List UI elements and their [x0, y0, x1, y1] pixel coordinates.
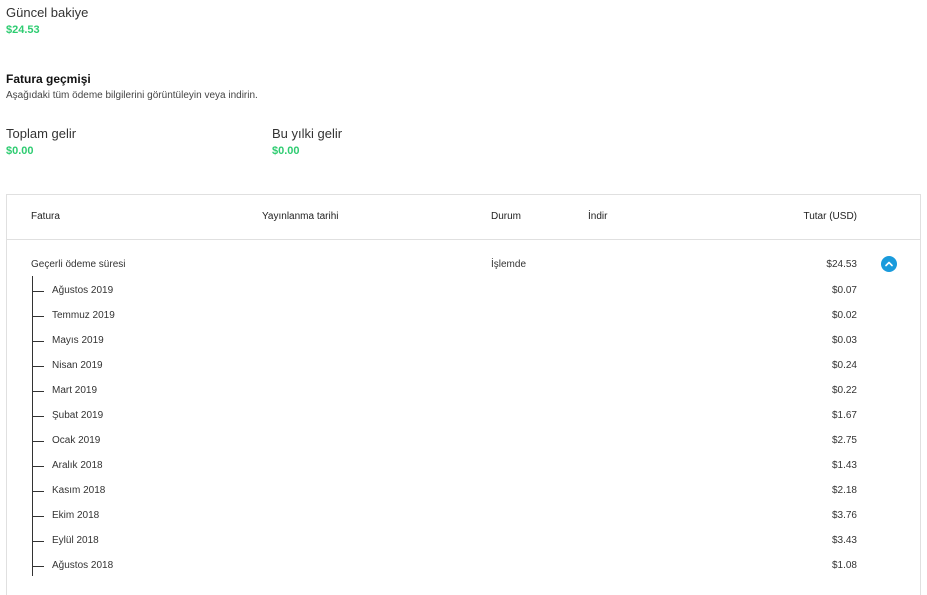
header-amount: Tutar (USD) — [803, 211, 857, 222]
month-label: Temmuz 2019 — [52, 310, 115, 321]
tree-branch — [32, 491, 44, 492]
tree-branch — [32, 441, 44, 442]
tree-branch — [32, 291, 44, 292]
month-amount: $0.03 — [831, 335, 857, 346]
month-label: Aralık 2018 — [52, 460, 103, 471]
tree-branch — [32, 566, 44, 567]
month-amount: $1.67 — [831, 410, 857, 421]
tree-branch — [32, 391, 44, 392]
month-row: Eylül 2018 $3.43 — [7, 534, 920, 559]
header-download: İndir — [588, 211, 608, 222]
month-row: Nisan 2019 $0.24 — [7, 359, 920, 384]
invoice-table-header: Fatura Yayınlanma tarihi Durum İndir Tut… — [7, 195, 920, 240]
invoice-history-title: Fatura geçmişi — [6, 72, 91, 86]
year-income-label: Bu yılki gelir — [272, 126, 343, 141]
month-row: Ekim 2018 $3.76 — [7, 509, 920, 534]
month-amount: $3.76 — [831, 510, 857, 521]
tree-branch — [32, 541, 44, 542]
month-label: Mayıs 2019 — [52, 335, 104, 346]
chevron-up-icon — [885, 261, 893, 267]
month-amount: $2.18 — [831, 485, 857, 496]
tree-branch — [32, 516, 44, 517]
tree-branch — [32, 366, 44, 367]
month-label: Mart 2019 — [52, 385, 98, 396]
month-amount: $0.22 — [831, 385, 857, 396]
month-amount: $3.43 — [831, 535, 857, 546]
month-label: Ocak 2019 — [52, 435, 101, 446]
header-date: Yayınlanma tarihi — [262, 211, 339, 222]
current-period-amount: $24.53 — [826, 259, 857, 270]
tree-branch — [32, 416, 44, 417]
invoice-table: Fatura Yayınlanma tarihi Durum İndir Tut… — [6, 194, 921, 595]
total-income: Toplam gelir $0.00 — [6, 126, 76, 158]
month-row: Mayıs 2019 $0.03 — [7, 334, 920, 359]
month-label: Ekim 2018 — [52, 510, 100, 521]
header-invoice: Fatura — [31, 211, 60, 222]
total-income-value: $0.00 — [6, 145, 34, 157]
invoice-history-header: Fatura geçmişi Aşağıdaki tüm ödeme bilgi… — [6, 71, 258, 103]
month-label: Eylül 2018 — [52, 535, 99, 546]
current-period-status: İşlemde — [491, 259, 527, 270]
month-row: Mart 2019 $0.22 — [7, 384, 920, 409]
month-row: Ağustos 2018 $1.08 — [7, 559, 920, 584]
total-income-label: Toplam gelir — [6, 126, 77, 141]
month-amount: $1.43 — [831, 460, 857, 471]
current-period-label: Geçerli ödeme süresi — [31, 259, 126, 270]
month-amount: $0.02 — [831, 310, 857, 321]
month-amount: $0.24 — [831, 360, 857, 371]
month-label: Şubat 2019 — [52, 410, 104, 421]
month-row: Kasım 2018 $2.18 — [7, 484, 920, 509]
billing-page: Güncel bakiye $24.53 Fatura geçmişi Aşağ… — [0, 0, 927, 595]
tree-branch — [32, 341, 44, 342]
month-row: Temmuz 2019 $0.02 — [7, 309, 920, 334]
month-row: Şubat 2019 $1.67 — [7, 409, 920, 434]
current-balance-label: Güncel bakiye — [6, 5, 89, 20]
expand-toggle[interactable] — [881, 256, 897, 272]
month-amount: $0.07 — [831, 285, 857, 296]
month-row: Ocak 2019 $2.75 — [7, 434, 920, 459]
month-amount: $2.75 — [831, 435, 857, 446]
current-balance: Güncel bakiye $24.53 — [6, 5, 88, 37]
year-income: Bu yılki gelir $0.00 — [272, 126, 342, 158]
tree-branch — [32, 316, 44, 317]
year-income-value: $0.00 — [272, 145, 300, 157]
month-row: Ağustos 2019 $0.07 — [7, 284, 920, 309]
month-label: Kasım 2018 — [52, 485, 106, 496]
month-label: Nisan 2019 — [52, 360, 103, 371]
invoice-history-description: Aşağıdaki tüm ödeme bilgilerini görüntül… — [6, 90, 258, 101]
month-amount: $1.08 — [831, 560, 857, 571]
month-label: Ağustos 2019 — [52, 285, 114, 296]
header-status: Durum — [491, 211, 522, 222]
tree-branch — [32, 466, 44, 467]
month-row: Aralık 2018 $1.43 — [7, 459, 920, 484]
current-balance-value: $24.53 — [6, 24, 40, 36]
month-label: Ağustos 2018 — [52, 560, 114, 571]
